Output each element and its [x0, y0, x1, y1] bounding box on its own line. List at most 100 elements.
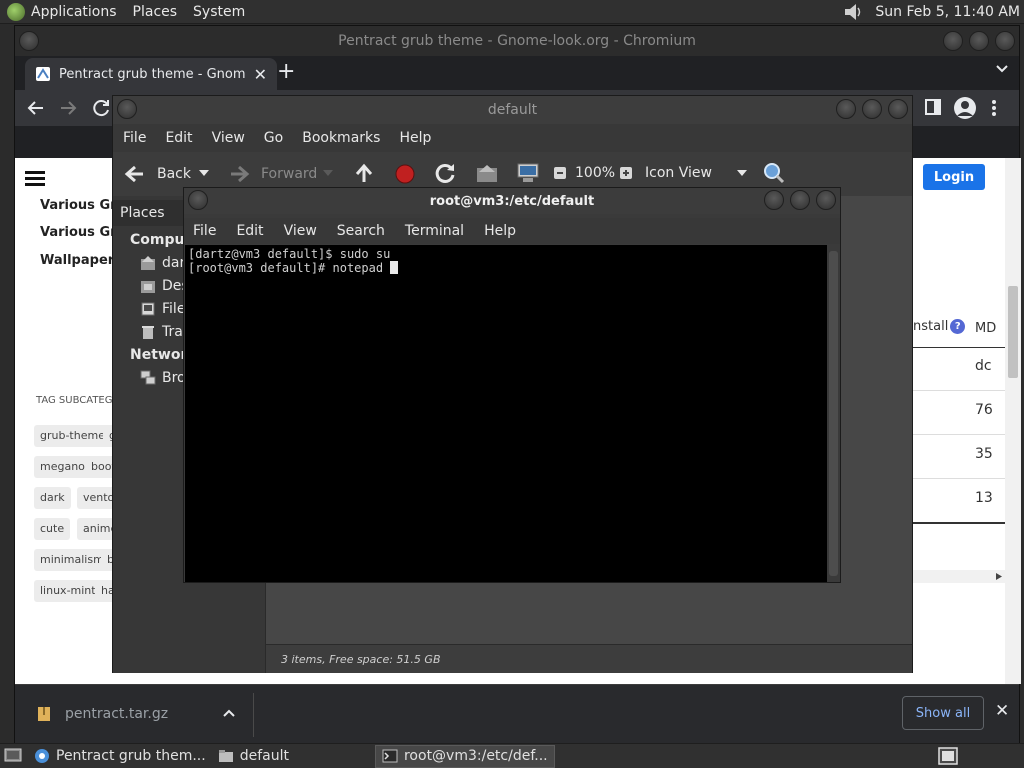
- close-download-bar-icon[interactable]: ✕: [995, 701, 1009, 721]
- show-desktop-icon[interactable]: [4, 748, 22, 764]
- download-filename[interactable]: pentract.tar.gz: [65, 706, 168, 722]
- show-all-button[interactable]: Show all: [902, 696, 984, 730]
- chromium-titlebar[interactable]: Pentract grub theme - Gnome-look.org - C…: [15, 26, 1019, 56]
- view-mode-select[interactable]: Icon View: [645, 165, 712, 181]
- menu-go[interactable]: Go: [264, 130, 283, 146]
- tag-chip[interactable]: grub-theme: [34, 425, 111, 447]
- window-menu-button[interactable]: [19, 31, 39, 51]
- applications-menu[interactable]: Applications: [31, 4, 117, 20]
- browser-tab[interactable]: Pentract grub theme - Gnome ✕: [25, 58, 277, 90]
- sidebar-item-desktop[interactable]: Des: [140, 278, 189, 294]
- table-divider: [901, 478, 1005, 479]
- sidebar-item-label: dar: [162, 255, 186, 271]
- menu-view[interactable]: View: [284, 223, 317, 239]
- status-bar: 3 items, Free space: 51.5 GB: [266, 644, 912, 673]
- menu-bookmarks[interactable]: Bookmarks: [302, 130, 380, 146]
- sidebar-item-home[interactable]: dar: [140, 255, 185, 271]
- reload-icon[interactable]: [93, 99, 111, 117]
- maximize-button[interactable]: [790, 190, 810, 210]
- system-menu[interactable]: System: [193, 4, 245, 20]
- menu-help[interactable]: Help: [484, 223, 516, 239]
- show-all-label: Show all: [915, 705, 971, 721]
- tab-search-chevron-icon[interactable]: [995, 62, 1009, 80]
- favicon-icon: [36, 67, 50, 81]
- terminal-titlebar[interactable]: root@vm3:/etc/default: [184, 188, 840, 214]
- tag-chip[interactable]: megano: [34, 456, 91, 478]
- sidebar-item-filesystem[interactable]: File: [140, 301, 185, 317]
- menu-edit[interactable]: Edit: [236, 223, 263, 239]
- workspace-switcher-icon[interactable]: [938, 747, 958, 765]
- scrollbar-thumb[interactable]: [1008, 286, 1018, 378]
- menu-view[interactable]: View: [212, 130, 245, 146]
- terminal-window: root@vm3:/etc/default File Edit View Sea…: [183, 187, 841, 583]
- menu-search[interactable]: Search: [337, 223, 385, 239]
- side-panel-icon[interactable]: [925, 99, 941, 115]
- window-menu-button[interactable]: [117, 99, 137, 119]
- stop-icon[interactable]: [394, 163, 416, 185]
- minimize-button[interactable]: [836, 99, 856, 119]
- taskbar-item-chromium[interactable]: Pentract grub them...: [28, 745, 212, 768]
- vertical-scrollbar[interactable]: [1005, 158, 1021, 684]
- window-menu-button[interactable]: [188, 190, 208, 210]
- taskbar-item-file-manager[interactable]: default: [212, 745, 295, 768]
- kebab-menu-icon[interactable]: [991, 99, 997, 117]
- close-button[interactable]: [888, 99, 908, 119]
- up-arrow-icon[interactable]: [353, 162, 375, 184]
- help-circle-icon[interactable]: ?: [950, 319, 966, 334]
- tag-chip[interactable]: cute: [34, 518, 71, 540]
- gnome-foot-icon[interactable]: [7, 2, 25, 21]
- back-button[interactable]: Back: [123, 164, 191, 184]
- maximize-button[interactable]: [862, 99, 882, 119]
- terminal-screen[interactable]: [dartz@vm3 default]$ sudo su [root@vm3 de…: [185, 245, 827, 582]
- volume-icon[interactable]: [843, 2, 865, 22]
- zoom-out-icon[interactable]: [553, 166, 567, 180]
- view-mode-dropdown-icon[interactable]: [737, 170, 747, 177]
- minimize-button[interactable]: [764, 190, 784, 210]
- forward-button[interactable]: Forward: [227, 164, 317, 184]
- terminal-scrollbar[interactable]: [827, 245, 840, 582]
- reload-icon[interactable]: [434, 162, 456, 184]
- search-icon[interactable]: [763, 162, 785, 184]
- menu-help[interactable]: Help: [399, 130, 431, 146]
- trash-icon: [142, 326, 154, 339]
- places-menu[interactable]: Places: [133, 4, 178, 20]
- tab-close-icon[interactable]: ✕: [254, 65, 267, 84]
- computer-icon[interactable]: [517, 162, 539, 184]
- sidebar-item-browse-network[interactable]: Bro: [140, 370, 186, 386]
- forward-arrow-icon[interactable]: [59, 99, 77, 117]
- back-arrow-icon: [124, 165, 143, 183]
- minimize-button[interactable]: [943, 31, 963, 51]
- menu-file[interactable]: File: [193, 223, 216, 239]
- menu-file[interactable]: File: [123, 130, 146, 146]
- file-manager-titlebar[interactable]: default: [113, 96, 912, 124]
- places-dropdown[interactable]: Places: [113, 200, 183, 226]
- tag-chip[interactable]: dark: [34, 487, 71, 509]
- network-icon: [140, 370, 156, 385]
- scrollbar-thumb[interactable]: [829, 251, 838, 576]
- login-button[interactable]: Login: [923, 164, 985, 190]
- zoom-level[interactable]: 100%: [575, 165, 615, 181]
- profile-avatar-icon[interactable]: [953, 96, 977, 120]
- divider: [253, 693, 254, 737]
- tag-chip[interactable]: linux-mint: [34, 580, 102, 602]
- close-button[interactable]: [816, 190, 836, 210]
- maximize-button[interactable]: [969, 31, 989, 51]
- clock[interactable]: Sun Feb 5, 11:40 AM: [875, 4, 1020, 20]
- home-folder-icon[interactable]: [476, 163, 498, 183]
- menu-terminal[interactable]: Terminal: [405, 223, 464, 239]
- taskbar-item-terminal[interactable]: root@vm3:/etc/def...: [374, 744, 555, 768]
- back-history-dropdown-icon[interactable]: [199, 170, 209, 178]
- close-button[interactable]: [995, 31, 1015, 51]
- horizontal-scrollbar[interactable]: [901, 570, 1005, 583]
- hamburger-menu-icon[interactable]: [25, 170, 45, 186]
- forward-history-dropdown-icon[interactable]: [323, 170, 333, 178]
- scroll-right-arrow-icon[interactable]: [995, 572, 1003, 581]
- terminal-menubar: File Edit View Search Terminal Help: [184, 218, 840, 244]
- chevron-up-icon[interactable]: [223, 709, 235, 717]
- menu-edit[interactable]: Edit: [165, 130, 192, 146]
- tag-chip[interactable]: minimalism: [34, 549, 110, 571]
- new-tab-button[interactable]: +: [277, 59, 295, 84]
- zoom-in-icon[interactable]: [619, 166, 633, 180]
- back-arrow-icon[interactable]: [27, 99, 45, 117]
- sidebar-item-trash[interactable]: Tra: [140, 324, 183, 340]
